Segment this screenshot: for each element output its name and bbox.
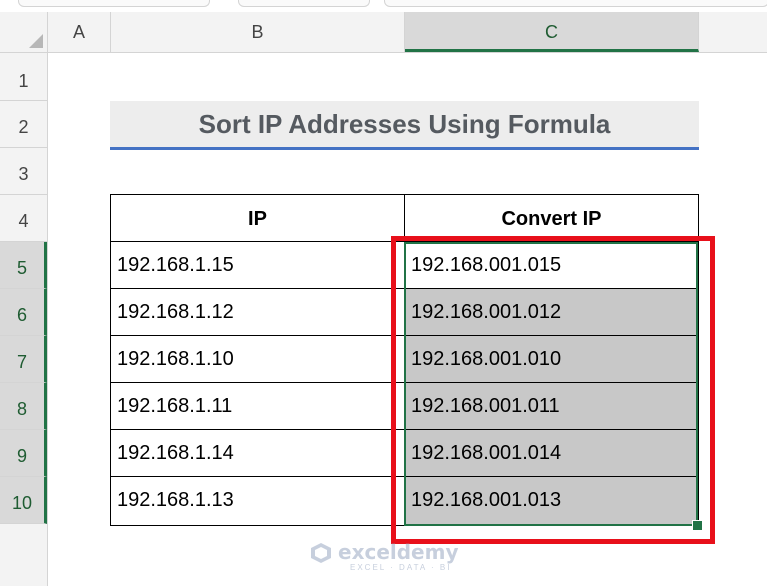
cell-convert-ip[interactable]: 192.168.001.010	[404, 335, 699, 383]
column-header-row: A B C	[0, 12, 767, 53]
watermark-name: exceldemy	[338, 540, 459, 564]
cell-ip[interactable]: 192.168.1.13	[110, 476, 405, 526]
header-ip[interactable]: IP	[110, 194, 405, 242]
column-header-a[interactable]: A	[48, 12, 111, 52]
top-strip	[0, 0, 767, 12]
watermark: exceldemy EXCEL · DATA · BI	[310, 538, 460, 574]
row-header-2[interactable]: 2	[0, 101, 47, 148]
fill-handle[interactable]	[692, 520, 703, 531]
cell-convert-ip[interactable]: 192.168.001.015	[404, 241, 699, 289]
cell-ip[interactable]: 192.168.1.15	[110, 241, 405, 289]
row-header-7[interactable]: 7	[0, 336, 47, 383]
select-all-triangle-icon	[29, 34, 43, 48]
cell-ip[interactable]: 192.168.1.14	[110, 429, 405, 477]
row-header-5[interactable]: 5	[0, 242, 47, 289]
cell-convert-ip[interactable]: 192.168.001.013	[404, 476, 699, 526]
sheet-tab[interactable]	[238, 0, 370, 7]
row-header-9[interactable]: 9	[0, 430, 47, 477]
row-header-8[interactable]: 8	[0, 383, 47, 430]
sheet-title[interactable]: Sort IP Addresses Using Formula	[110, 101, 699, 150]
row-header-10[interactable]: 10	[0, 477, 47, 524]
watermark-tagline: EXCEL · DATA · BI	[350, 563, 452, 572]
header-convert-ip[interactable]: Convert IP	[404, 194, 699, 242]
row-header-6[interactable]: 6	[0, 289, 47, 336]
cell-convert-ip[interactable]: 192.168.001.012	[404, 288, 699, 336]
column-header-b[interactable]: B	[111, 12, 405, 52]
formula-bar[interactable]	[384, 0, 767, 7]
cell-ip[interactable]: 192.168.1.10	[110, 335, 405, 383]
cell-convert-ip[interactable]: 192.168.001.014	[404, 429, 699, 477]
row-header-1[interactable]: 1	[0, 53, 47, 101]
cell-convert-ip[interactable]: 192.168.001.011	[404, 382, 699, 430]
column-header-c[interactable]: C	[405, 12, 699, 52]
sheet-tab[interactable]	[18, 0, 210, 7]
row-header-3[interactable]: 3	[0, 148, 47, 195]
cell-ip[interactable]: 192.168.1.11	[110, 382, 405, 430]
row-header-4[interactable]: 4	[0, 195, 47, 242]
cell-ip[interactable]: 192.168.1.12	[110, 288, 405, 336]
row-header-column: 1 2 3 4 5 6 7 8 9 10	[0, 53, 48, 586]
exceldemy-logo-icon	[311, 543, 331, 563]
select-all-button[interactable]	[0, 12, 48, 52]
